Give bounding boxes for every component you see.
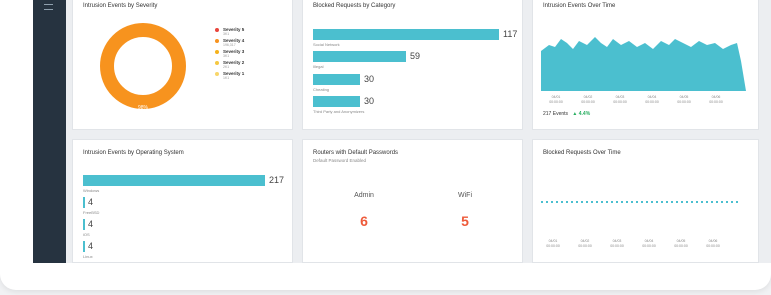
legend-dot <box>215 50 219 54</box>
legend-value: 1K1 <box>223 76 230 80</box>
bar-value: 217 <box>269 175 285 185</box>
tick-label: 04/04 00:00:00 <box>645 95 659 104</box>
bar <box>83 197 85 208</box>
severity-card: Intrusion Events by Severity 98% Severit… <box>72 0 293 130</box>
card-title: Blocked Requests by Category <box>313 3 396 9</box>
bar-label: Linux <box>83 254 93 259</box>
bar-value: 4 <box>88 197 94 207</box>
stat-value-wifi[interactable]: 5 <box>445 213 485 229</box>
tick-label: 04/01 00:00:00 <box>546 239 560 248</box>
tick-label: 04/03 00:00:00 <box>610 239 624 248</box>
area-series <box>541 37 746 91</box>
bar <box>83 219 85 230</box>
card-title: Intrusion Events by Severity <box>83 3 158 9</box>
bar-value: 30 <box>364 74 375 84</box>
card-title: Routers with Default Passwords <box>313 150 399 156</box>
bar-label: Windows <box>83 188 100 193</box>
legend-value: 2K1 <box>223 65 230 69</box>
bar <box>313 51 406 62</box>
legend-dot <box>215 72 219 76</box>
card-title: Intrusion Events Over Time <box>543 3 616 9</box>
bar <box>313 96 360 107</box>
tick-label: 04/03 00:00:00 <box>613 95 627 104</box>
bar <box>83 175 265 186</box>
card-title: Blocked Requests Over Time <box>543 150 621 156</box>
legend-value: 196,317 <box>223 43 236 47</box>
bar-value: 59 <box>410 51 421 61</box>
bar-value: 30 <box>364 96 375 106</box>
legend-dot <box>215 28 219 32</box>
bar <box>83 241 85 252</box>
dashboard-grid: Intrusion Events by Severity 98% Severit… <box>66 0 771 263</box>
bar <box>313 29 499 40</box>
donut-center-label: 98% <box>138 105 149 111</box>
stat-value-admin[interactable]: 6 <box>344 213 384 229</box>
intrusion-time-card: Intrusion Events Over Time 04/01 00:00:0… <box>532 0 759 130</box>
bar-label: Cheating <box>313 87 330 92</box>
legend-dot <box>215 39 219 43</box>
tick-label: 04/01 00:00:00 <box>549 95 563 104</box>
bar-value: 4 <box>88 241 94 251</box>
blocked-time-card: Blocked Requests Over Time 04/01 00:00:0… <box>532 139 759 263</box>
blocked-line-chart <box>541 201 741 203</box>
category-card: Blocked Requests by Category 117 Social … <box>302 0 523 130</box>
bar-value: 117 <box>503 29 518 39</box>
stat-label-admin: Admin <box>354 192 374 199</box>
intrusion-area-chart <box>541 37 746 91</box>
tick-label: 04/05 00:00:00 <box>674 239 688 248</box>
app-frame: Intrusion Events by Severity 98% Severit… <box>0 0 771 290</box>
legend-dot <box>215 61 219 65</box>
tick-label: 04/06 00:00:00 <box>706 239 720 248</box>
bar-label: iOS <box>83 232 90 237</box>
bar-label: Social Network <box>313 42 340 47</box>
tick-label: 04/02 00:00:00 <box>578 239 592 248</box>
legend-value: 3K1 <box>223 32 230 36</box>
menu-icon[interactable] <box>44 4 53 10</box>
donut-ring <box>100 23 186 109</box>
bar-label: Third Party and Anonymizers <box>313 109 365 114</box>
stat-label-wifi: WiFi <box>458 192 472 199</box>
card-subtitle: Default Password Enabled <box>313 158 367 163</box>
event-count: 217 Events <box>543 111 569 117</box>
passwords-card: Routers with Default Passwords Default P… <box>302 139 523 263</box>
os-card: Intrusion Events by Operating System 217… <box>72 139 293 263</box>
bar-label: Illegal <box>313 64 324 69</box>
tick-label: 04/04 00:00:00 <box>642 239 656 248</box>
severity-donut-chart: 98% <box>100 23 186 111</box>
event-summary: 217 Events ▲ 4.4% <box>543 111 590 117</box>
tick-label: 04/05 00:00:00 <box>677 95 691 104</box>
bar <box>313 74 360 85</box>
sidebar <box>33 0 66 263</box>
tick-label: 04/02 00:00:00 <box>581 95 595 104</box>
event-delta: ▲ 4.4% <box>572 111 591 117</box>
legend-value: 3K1 <box>223 54 230 58</box>
bar-label: FreeBSD <box>83 210 100 215</box>
bar-value: 4 <box>88 219 94 229</box>
card-title: Intrusion Events by Operating System <box>83 150 184 156</box>
tick-label: 04/06 00:00:00 <box>709 95 723 104</box>
